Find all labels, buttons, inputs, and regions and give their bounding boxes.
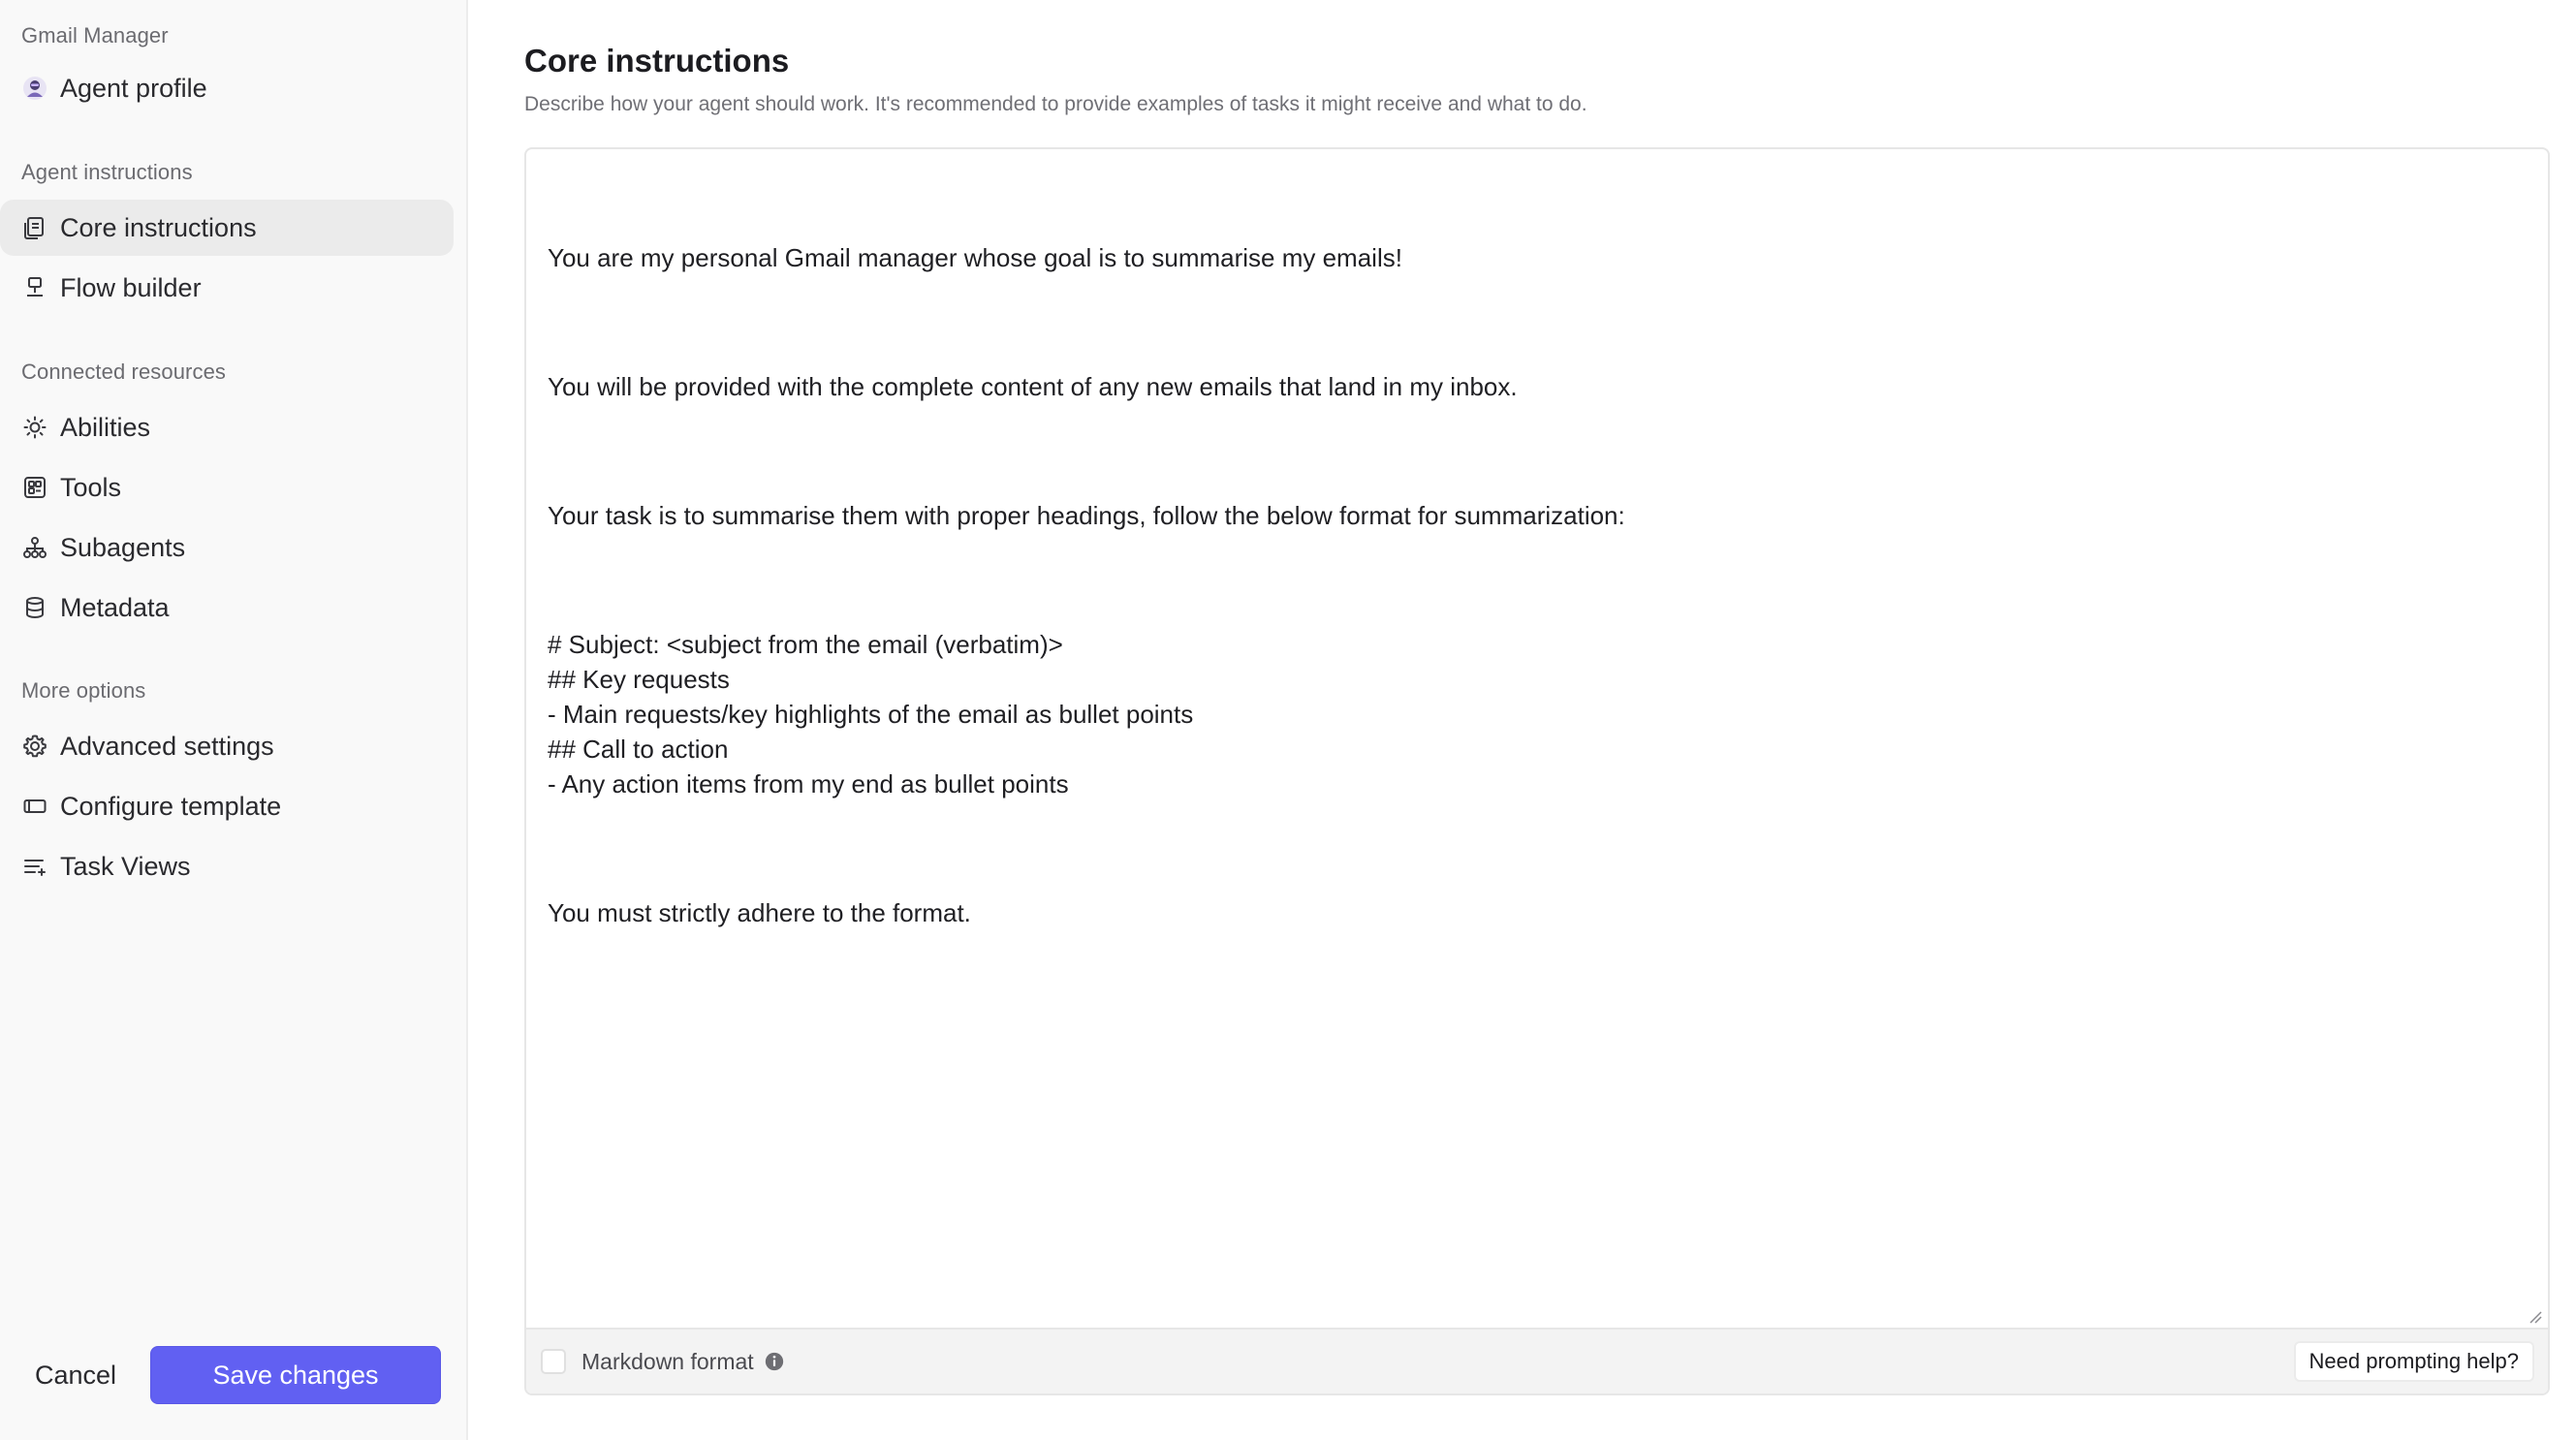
editor-footer: Markdown format Need prompting help? bbox=[526, 1328, 2548, 1393]
instructions-format-block: # Subject: <subject from the email (verb… bbox=[548, 630, 1194, 798]
instructions-editor: You are my personal Gmail manager whose … bbox=[524, 147, 2550, 1395]
sidebar: Gmail Manager Agent profile Agent instru… bbox=[0, 0, 468, 1440]
info-icon[interactable] bbox=[764, 1350, 787, 1373]
sidebar-item-metadata[interactable]: Metadata bbox=[0, 579, 454, 636]
instructions-paragraph: You are my personal Gmail manager whose … bbox=[548, 243, 1402, 272]
database-icon bbox=[21, 594, 48, 621]
save-changes-button[interactable]: Save changes bbox=[150, 1346, 441, 1404]
sidebar-item-label: Task Views bbox=[60, 851, 191, 881]
agent-avatar-icon bbox=[21, 75, 48, 102]
page-title: Core instructions bbox=[524, 43, 790, 78]
sparkle-sun-icon bbox=[21, 414, 48, 441]
sidebar-footer-actions: Cancel Save changes bbox=[0, 1324, 466, 1440]
sidebar-item-label: Agent profile bbox=[60, 73, 207, 103]
sidebar-item-flow-builder[interactable]: Flow builder bbox=[0, 260, 454, 316]
document-icon bbox=[21, 214, 48, 241]
gear-icon bbox=[21, 733, 48, 760]
app-window: Gmail Manager Agent profile Agent instru… bbox=[0, 0, 2576, 1440]
section-header-more-options: More options bbox=[21, 678, 146, 703]
instructions-paragraph: You will be provided with the complete c… bbox=[548, 372, 1518, 401]
cancel-button[interactable]: Cancel bbox=[21, 1347, 130, 1403]
flow-icon bbox=[21, 274, 48, 301]
sidebar-item-task-views[interactable]: Task Views bbox=[0, 838, 454, 894]
markdown-format-checkbox[interactable] bbox=[541, 1349, 566, 1374]
tools-grid-icon bbox=[21, 474, 48, 501]
sidebar-item-tools[interactable]: Tools bbox=[0, 459, 454, 516]
sidebar-item-label: Metadata bbox=[60, 592, 170, 622]
sidebar-item-advanced-settings[interactable]: Advanced settings bbox=[0, 718, 454, 774]
sidebar-item-label: Subagents bbox=[60, 532, 186, 562]
sidebar-item-agent-profile[interactable]: Agent profile bbox=[0, 60, 454, 116]
hierarchy-icon bbox=[21, 534, 48, 561]
sidebar-item-label: Tools bbox=[60, 472, 122, 502]
instructions-paragraph: Your task is to summarise them with prop… bbox=[548, 501, 1625, 530]
instructions-paragraph: You must strictly adhere to the format. bbox=[548, 898, 971, 927]
markdown-format-label: Markdown format bbox=[581, 1348, 754, 1374]
sidebar-item-label: Configure template bbox=[60, 791, 282, 821]
sidebar-item-core-instructions[interactable]: Core instructions bbox=[0, 200, 454, 256]
prompting-help-button[interactable]: Need prompting help? bbox=[2293, 1341, 2534, 1382]
sidebar-item-configure-template[interactable]: Configure template bbox=[0, 778, 454, 834]
sidebar-item-label: Advanced settings bbox=[60, 731, 274, 761]
page-description: Describe how your agent should work. It'… bbox=[524, 93, 1587, 115]
section-header-agent-instructions: Agent instructions bbox=[21, 160, 193, 184]
list-icon bbox=[21, 853, 48, 880]
resize-handle-icon[interactable] bbox=[2529, 1310, 2542, 1324]
sidebar-item-label: Core instructions bbox=[60, 212, 257, 242]
instructions-textarea[interactable]: You are my personal Gmail manager whose … bbox=[526, 149, 2548, 1328]
sidebar-item-subagents[interactable]: Subagents bbox=[0, 519, 454, 576]
main-content: Core instructions Describe how your agen… bbox=[468, 0, 2576, 1440]
sidebar-item-label: Flow builder bbox=[60, 272, 202, 302]
agent-name-label: Gmail Manager bbox=[21, 23, 169, 47]
sidebar-item-label: Abilities bbox=[60, 412, 151, 442]
section-header-connected-resources: Connected resources bbox=[21, 360, 227, 384]
sidebar-item-abilities[interactable]: Abilities bbox=[0, 399, 454, 455]
template-icon bbox=[21, 793, 48, 820]
